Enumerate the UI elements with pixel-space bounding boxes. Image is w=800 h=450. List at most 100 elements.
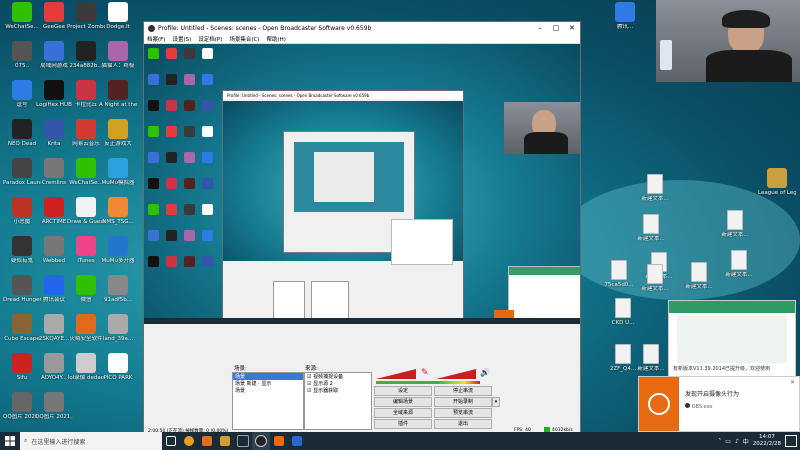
desktop-icon[interactable]: PICO PARK (99, 353, 137, 397)
text-file-icon (615, 298, 631, 318)
speaker-icon[interactable]: 🔊 (480, 368, 490, 377)
app-icon (202, 436, 212, 446)
desktop-icon-label: 新建文本... (641, 286, 669, 292)
desktop-icon[interactable]: Dodge.It (99, 2, 137, 46)
app-icon (76, 119, 96, 139)
obs-main-window[interactable]: Profile: Untitled - Scenes: scenes - Ope… (143, 21, 581, 434)
app-icon (44, 80, 64, 100)
desktop-icon[interactable]: A Night at the Dance (99, 80, 137, 124)
preview-mini-icon (202, 204, 213, 215)
app-icon (615, 2, 635, 22)
preview-mini-icon (202, 126, 213, 137)
sources-list[interactable]: ☑ 视频捕捉设备 ☑ 显示源 2 ☑ 显示器获取 (304, 372, 372, 430)
desktop-file-icon[interactable]: 新建文本... (636, 174, 674, 218)
app-icon (108, 314, 128, 334)
menu-profile[interactable]: 设定档(P) (198, 35, 222, 43)
menu-scene-collection[interactable]: 场景集合(C) (229, 35, 259, 43)
desktop-icon[interactable]: QQ图片 2021... (35, 392, 73, 436)
scene-item-selected[interactable]: 场景 (233, 373, 303, 380)
checkbox-icon[interactable]: ☑ (307, 388, 311, 394)
preview-mini-icon (166, 230, 177, 241)
desktop-icon[interactable]: land_39a... (99, 314, 137, 358)
scenes-list[interactable]: 场景 场景 新建 · 显示 场景 (232, 372, 304, 430)
scene-item[interactable]: 场景 新建 · 显示 (233, 380, 303, 387)
desktop-icon[interactable]: MuMu模拟器 (99, 158, 137, 202)
taskbar-app-gold[interactable] (216, 432, 234, 450)
desktop-file-icon[interactable]: CKD U... (604, 298, 642, 342)
desktop-icon[interactable]: 反正游戏大 (99, 119, 137, 163)
start-record-button[interactable]: 开始录制 (434, 397, 492, 407)
taskbar-obs[interactable] (252, 432, 270, 450)
minimize-button[interactable]: – (532, 22, 548, 34)
scene-item[interactable]: 场景 (233, 387, 303, 394)
desktop-icon[interactable]: MuMu多开器 (99, 236, 137, 280)
app-icon (12, 392, 32, 412)
taskbar-app-orange[interactable] (198, 432, 216, 450)
app-icon (12, 2, 32, 22)
app-icon (108, 197, 128, 217)
exit-button[interactable]: 退出 (434, 419, 492, 429)
app-icon (767, 168, 787, 188)
maximize-button[interactable]: □ (548, 22, 564, 34)
taskbar-app-orange-2[interactable] (270, 432, 288, 450)
desktop-file-icon[interactable]: 新建文本... (716, 210, 754, 254)
ime-indicator[interactable]: 中 (743, 437, 749, 446)
source-item[interactable]: ☑ 显示源 2 (305, 380, 371, 387)
app-icon (108, 119, 128, 139)
desktop-icon-label: 91adf5b... (103, 297, 133, 303)
stop-stream-button[interactable]: 停止串流 (434, 386, 492, 396)
app-icon (108, 41, 128, 61)
app-icon (12, 80, 32, 100)
taskbar-app-blue[interactable] (288, 432, 306, 450)
desktop-icon-label: 75ca5d0... (604, 282, 634, 288)
app-icon (12, 197, 32, 217)
desktop-icon-label: 新建文本... (641, 196, 669, 202)
chevron-up-icon[interactable]: ˄ (718, 438, 721, 445)
desktop-file-icon[interactable]: League of Legends (758, 168, 796, 212)
task-view-icon (166, 436, 176, 446)
clock[interactable]: 14:07 2022/2/28 (753, 434, 781, 448)
global-sources-button[interactable]: 全域来源 (374, 408, 432, 418)
update-popup[interactable]: 有新版本V11.39.2014已提升级，欢迎使用 (668, 300, 796, 378)
volume-icon[interactable]: ♪ (735, 438, 739, 445)
close-icon[interactable]: ✕ (790, 379, 795, 386)
start-button[interactable] (0, 432, 20, 450)
menu-help[interactable]: 帮助(H) (267, 35, 286, 43)
desktop-audio-meter[interactable] (436, 368, 480, 379)
search-icon: ⌕ (24, 437, 28, 444)
plugins-button[interactable]: 插件 (374, 419, 432, 429)
record-dropdown-button[interactable]: ▾ (492, 397, 500, 407)
desktop-icon-label: League of Legends (758, 190, 796, 196)
desktop-file-icon[interactable]: 新建文本... (720, 250, 758, 294)
source-item[interactable]: ☑ 显示器获取 (305, 387, 371, 394)
desktop-icon[interactable]: 91adf5b... (99, 275, 137, 319)
desktop-icon-label: 新建文本... (685, 284, 713, 290)
app-icon (44, 2, 64, 22)
network-icon[interactable]: ▭ (725, 438, 731, 445)
search-box[interactable]: ⌕ 在这里输入进行搜索 (20, 432, 162, 450)
preview-mini-icon (166, 48, 177, 59)
settings-button[interactable]: 设定 (374, 386, 432, 396)
desktop-file-icon[interactable]: 2ZF_Q4... (604, 344, 642, 388)
clock-date: 2022/2/28 (752, 441, 781, 447)
camera-notification[interactable]: 发现开启摄像头行为 OBS.exe ✕ (638, 376, 800, 432)
menu-file[interactable]: 档案(F) (147, 35, 165, 43)
obs-icon (255, 435, 267, 447)
menu-settings[interactable]: 设置(S) (172, 35, 191, 43)
notification-center-icon[interactable] (785, 435, 797, 447)
desktop-icon-label: CKD U... (611, 320, 635, 326)
source-item[interactable]: ☑ 视频捕捉设备 (305, 373, 371, 380)
preview-stream-button[interactable]: 预览串流 (434, 408, 492, 418)
preview-mini-icon (202, 48, 213, 59)
taskbar-chrome[interactable] (180, 432, 198, 450)
edit-scene-button[interactable]: 编辑场景 (374, 397, 432, 407)
mic-icon[interactable]: ✎ (421, 368, 429, 378)
close-button[interactable]: ✕ (564, 22, 580, 34)
desktop-icon-tencent[interactable]: 腾讯... (606, 2, 644, 46)
taskbar-task-view[interactable] (162, 432, 180, 450)
desktop-icon[interactable]: NMS_TSG... (99, 197, 137, 241)
app-icon (12, 353, 32, 373)
mic-meter[interactable] (376, 368, 420, 379)
taskbar-steam[interactable] (234, 432, 252, 450)
desktop-icon[interactable]: 猫猫人：终极 (99, 41, 137, 85)
